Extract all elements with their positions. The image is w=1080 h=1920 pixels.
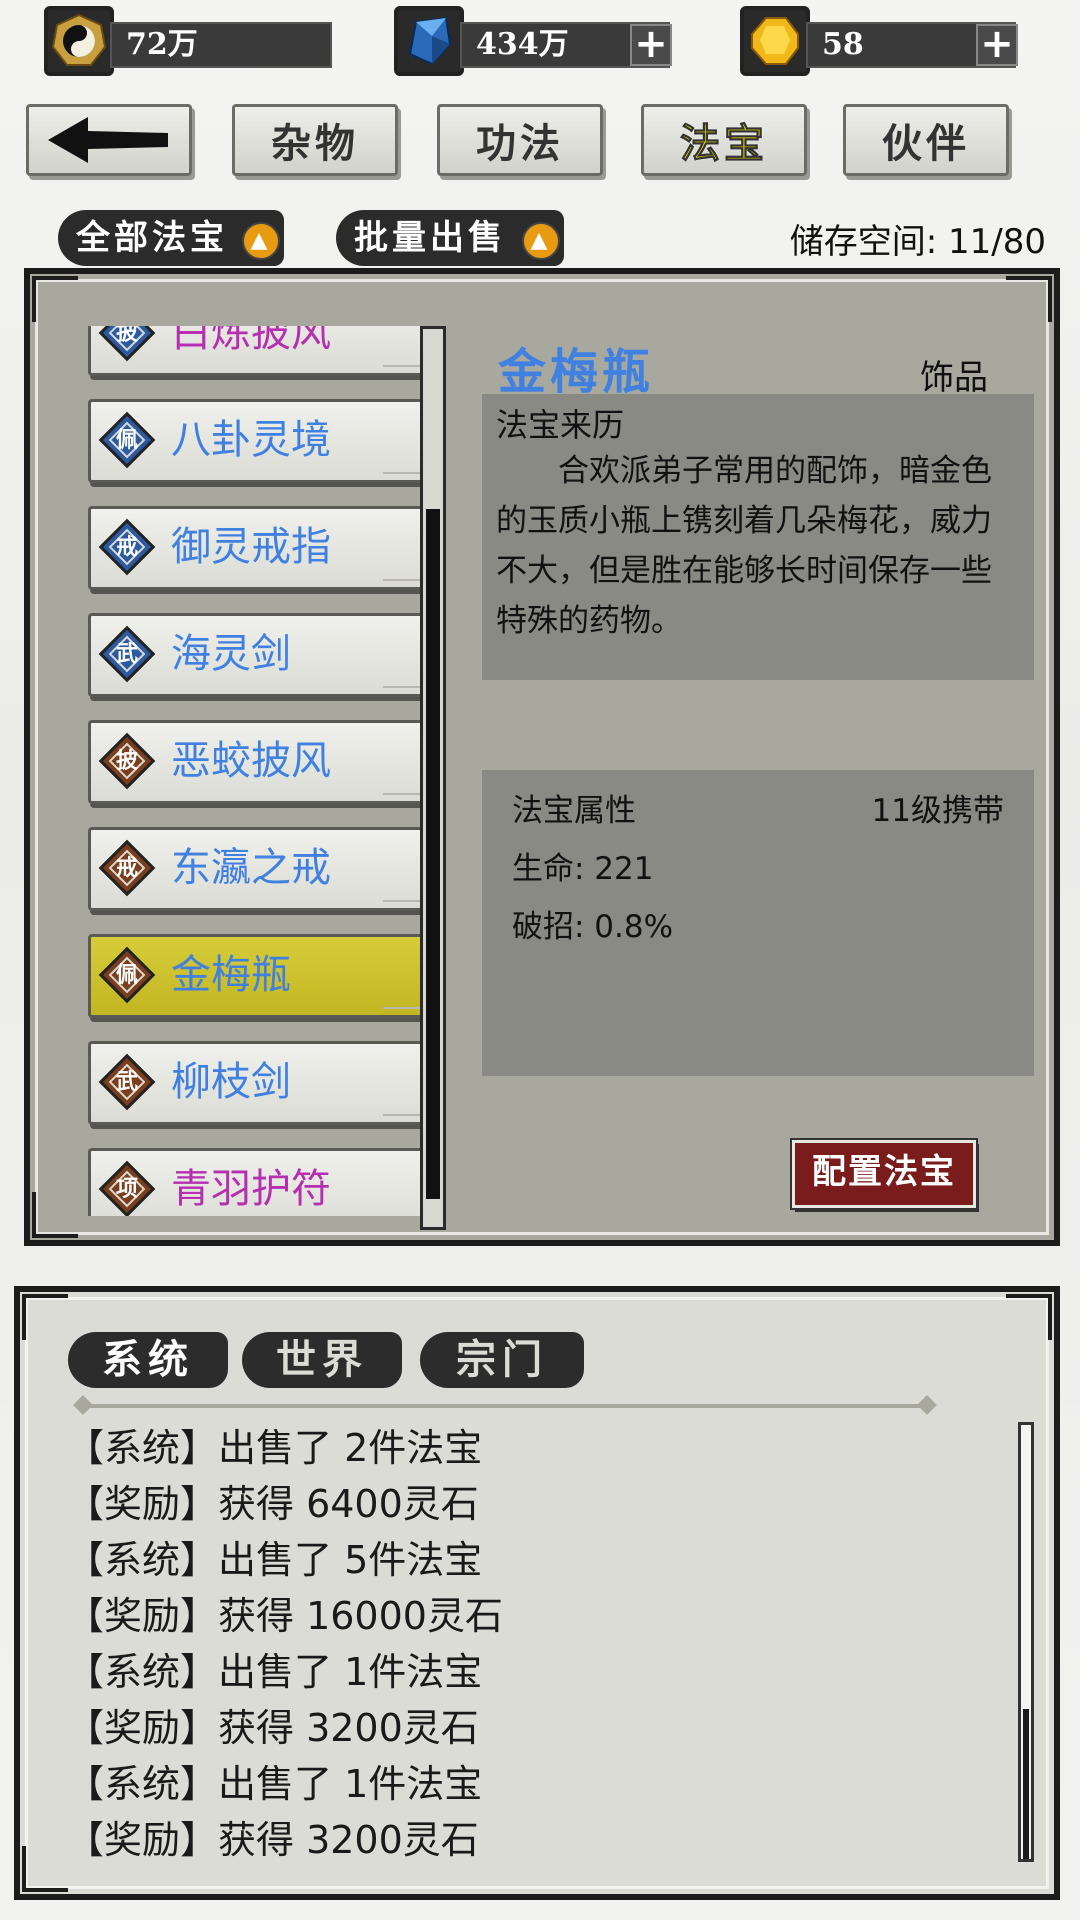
- treasure-attributes-box: 法宝属性 11级携带 生命: 221 破招: 0.8%: [482, 770, 1034, 1076]
- chat-message: 【奖励】获得 3200灵石: [66, 1706, 479, 1750]
- frame-corner: [32, 276, 78, 322]
- chat-message: 【系统】出售了 1件法宝: [66, 1762, 483, 1806]
- chat-panel: 系统 世界 宗门 【系统】出售了 2件法宝 【奖励】获得 6400灵石 【系统】出售…: [14, 1286, 1060, 1900]
- chat-log: 【系统】出售了 2件法宝 【奖励】获得 6400灵石 【系统】出售了 5件法宝 【奖励…: [66, 1420, 503, 1868]
- chat-tab-system[interactable]: 系统: [68, 1332, 228, 1388]
- corner-ornament: [383, 977, 425, 1009]
- treasure-list-item-name: 八卦灵境: [171, 417, 331, 463]
- gold-gem-icon: [740, 6, 810, 76]
- attribute-row: 生命: 221: [512, 851, 654, 887]
- corner-ornament: [383, 1084, 425, 1116]
- storage-capacity: 储存空间: 11/80: [789, 222, 1046, 262]
- filter-all-treasures-button[interactable]: 全部法宝 ▲: [58, 210, 284, 266]
- tab-companions[interactable]: 伙伴: [843, 104, 1009, 176]
- back-button[interactable]: [26, 104, 192, 176]
- corner-ornament: [383, 763, 425, 795]
- chat-message: 【系统】出售了 5件法宝: [66, 1538, 483, 1582]
- blue-crystal-icon: [394, 6, 464, 76]
- arrow-up-icon: ▲: [242, 222, 280, 260]
- treasure-list-item-name: 金梅瓶: [171, 952, 291, 998]
- back-arrow-icon: [48, 117, 168, 163]
- arrow-up-icon: ▲: [522, 222, 560, 260]
- treasure-list-item[interactable]: 披 白炼披风: [88, 326, 434, 376]
- chat-message: 【奖励】获得 3200灵石: [66, 1818, 479, 1862]
- history-title: 法宝来历: [496, 406, 625, 444]
- chat-message: 【奖励】获得 16000灵石: [66, 1594, 503, 1638]
- treasure-list-item[interactable]: 项 青羽护符: [88, 1148, 434, 1216]
- corner-ornament: [383, 442, 425, 474]
- treasure-slot-label: 武: [115, 1069, 138, 1095]
- treasure-slot-label: 披: [115, 748, 138, 774]
- treasure-name: 金梅瓶: [498, 344, 655, 400]
- history-text: 合欢派弟子常用的配饰，暗金色的玉质小瓶上镌刻着几朵梅花，威力不大，但是胜在能够长…: [496, 453, 992, 639]
- treasure-list-item-name: 恶蛟披风: [171, 738, 331, 784]
- treasure-list-item[interactable]: 戒 东瀛之戒: [88, 827, 434, 911]
- treasure-list-item[interactable]: 佩 金梅瓶: [88, 934, 434, 1018]
- treasure-list: 披白炼披风佩八卦灵境戒御灵戒指武海灵剑披恶蛟披风戒东瀛之戒佩金梅瓶武柳枝剑项青羽…: [64, 326, 444, 1216]
- treasure-list-item-name: 御灵戒指: [171, 524, 331, 570]
- attribute-row: 破招: 0.8%: [512, 909, 674, 945]
- treasure-history-box: 法宝来历 合欢派弟子常用的配饰，暗金色的玉质小瓶上镌刻着几朵梅花，威力不大，但是…: [482, 394, 1034, 680]
- treasure-type: 饰品: [920, 358, 988, 398]
- treasure-list-item-name: 东瀛之戒: [171, 845, 331, 891]
- add-crystal-button[interactable]: +: [630, 24, 672, 66]
- treasure-list-scrollbar[interactable]: [420, 326, 446, 1230]
- corner-ornament: [383, 335, 425, 367]
- treasure-slot-label: 戒: [115, 534, 138, 560]
- treasure-slot-label: 佩: [115, 427, 138, 453]
- corner-ornament: [383, 870, 425, 902]
- tab-misc[interactable]: 杂物: [232, 104, 398, 176]
- corner-ornament: [383, 549, 425, 581]
- treasure-list-item-name: 海灵剑: [171, 631, 291, 677]
- treasure-slot-label: 戒: [115, 855, 138, 881]
- currency-coins-value: 72万: [110, 22, 332, 68]
- frame-corner: [1006, 1294, 1052, 1340]
- add-gem-button[interactable]: +: [976, 24, 1018, 66]
- treasure-slot-label: 佩: [115, 962, 138, 988]
- carry-level: 11级携带: [871, 793, 1004, 829]
- frame-corner: [1006, 276, 1052, 322]
- treasure-panel: 披白炼披风佩八卦灵境戒御灵戒指武海灵剑披恶蛟披风戒东瀛之戒佩金梅瓶武柳枝剑项青羽…: [24, 268, 1060, 1246]
- chat-tab-world[interactable]: 世界: [242, 1332, 402, 1388]
- treasure-list-item[interactable]: 武 海灵剑: [88, 613, 434, 697]
- treasure-slot-label: 项: [115, 1176, 138, 1202]
- corner-ornament: [383, 656, 425, 688]
- treasure-slot-label: 武: [115, 641, 138, 667]
- frame-corner: [22, 1294, 68, 1340]
- chat-message: 【系统】出售了 1件法宝: [66, 1650, 483, 1694]
- taiji-icon: [44, 6, 114, 76]
- chat-divider: [82, 1404, 928, 1408]
- tab-treasures[interactable]: 法宝: [641, 104, 807, 176]
- scrollbar-thumb[interactable]: [1023, 1709, 1029, 1859]
- frame-corner: [22, 1846, 68, 1892]
- chat-message: 【奖励】获得 6400灵石: [66, 1482, 479, 1526]
- tab-skills[interactable]: 功法: [437, 104, 603, 176]
- chat-tab-sect[interactable]: 宗门: [420, 1332, 584, 1388]
- bulk-sell-button[interactable]: 批量出售 ▲: [336, 210, 564, 266]
- attributes-header: 法宝属性 11级携带: [496, 782, 1020, 840]
- chat-message: 【系统】出售了 2件法宝: [66, 1426, 483, 1470]
- treasure-list-item-name: 柳枝剑: [171, 1059, 291, 1105]
- corner-ornament: [383, 1191, 425, 1216]
- treasure-list-item-name: 白炼披风: [171, 326, 331, 356]
- attributes-title: 法宝属性: [512, 793, 636, 829]
- treasure-slot-label: 披: [115, 326, 138, 346]
- treasure-list-item-name: 青羽护符: [171, 1166, 331, 1212]
- equip-treasure-button[interactable]: 配置法宝: [790, 1138, 978, 1210]
- treasure-list-item[interactable]: 戒 御灵戒指: [88, 506, 434, 590]
- chat-scrollbar[interactable]: [1018, 1422, 1034, 1862]
- scrollbar-thumb[interactable]: [426, 509, 440, 1199]
- treasure-list-item[interactable]: 披 恶蛟披风: [88, 720, 434, 804]
- treasure-list-item[interactable]: 武 柳枝剑: [88, 1041, 434, 1125]
- treasure-list-item[interactable]: 佩 八卦灵境: [88, 399, 434, 483]
